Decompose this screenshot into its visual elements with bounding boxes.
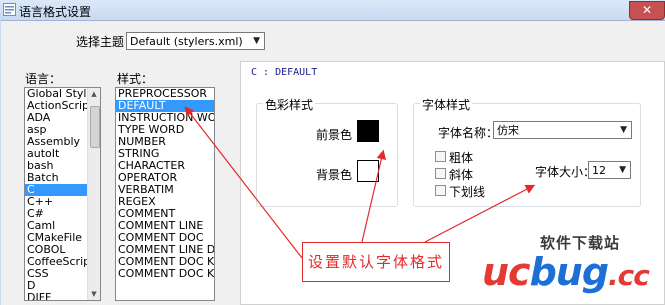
- arrow-to-color-style: [361, 149, 387, 243]
- watermark-logo-cc: .cc: [608, 259, 650, 292]
- annotation-callout: 设置默认字体格式: [302, 242, 450, 282]
- watermark-logo-uc: uc: [482, 250, 531, 294]
- arrow-to-font-size: [424, 184, 536, 243]
- watermark-logo: ucbug.cc: [482, 250, 650, 294]
- arrow-to-default-style: [184, 106, 303, 259]
- watermark-logo-bug: bug: [529, 250, 609, 294]
